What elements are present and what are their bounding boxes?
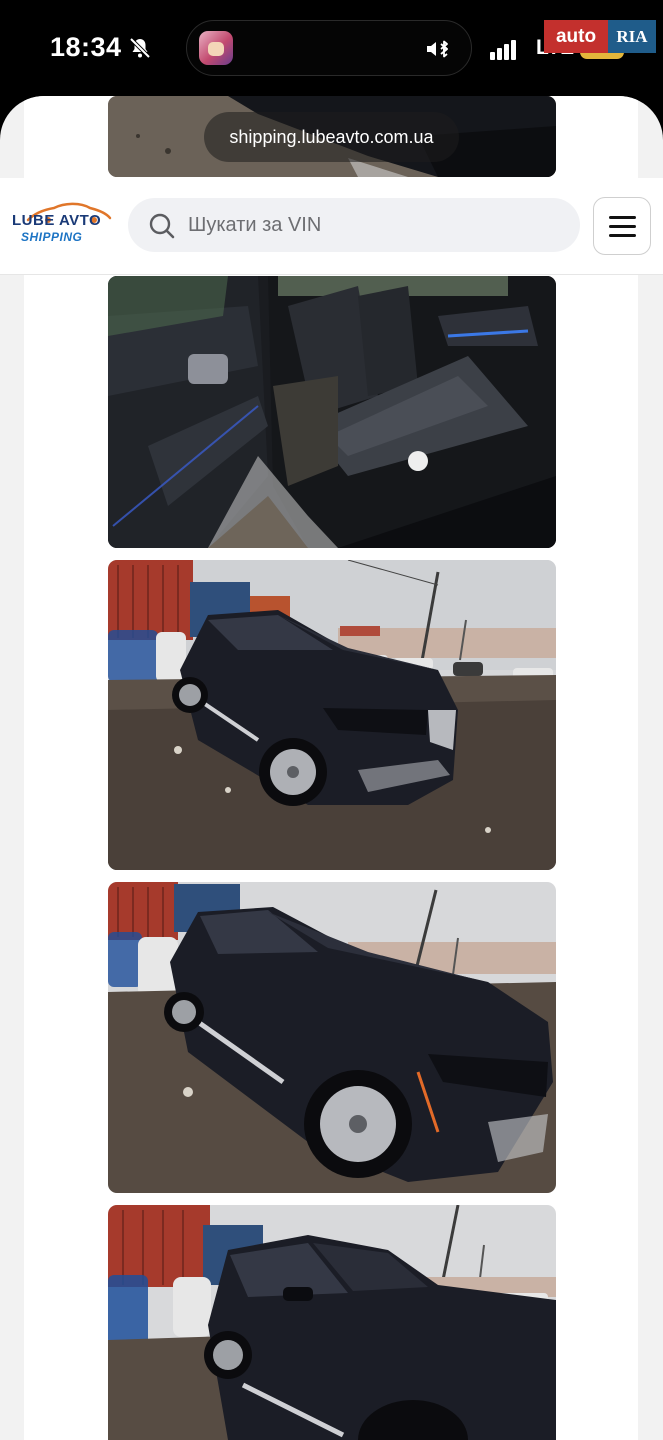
watermark-auto: auto bbox=[544, 20, 608, 53]
bluetooth-audio-icon bbox=[427, 40, 448, 58]
gallery-photo-3[interactable] bbox=[108, 560, 556, 870]
car-front-side-image bbox=[108, 882, 556, 1193]
menu-icon-line bbox=[609, 216, 636, 219]
status-time: 18:34 bbox=[50, 32, 122, 62]
watermark-ria: RIA bbox=[608, 20, 656, 53]
site-logo[interactable]: LUBE AVTO SHIPPING bbox=[10, 200, 118, 254]
autoria-watermark: auto RIA bbox=[544, 20, 656, 53]
search-placeholder: Шукати за VIN bbox=[188, 214, 322, 236]
car-side-image bbox=[108, 1205, 556, 1440]
car-rear-interior-image bbox=[108, 276, 556, 548]
menu-icon-line bbox=[609, 225, 636, 228]
status-bar: 18:34 LTE 14 auto RIA bbox=[0, 0, 663, 96]
bell-muted-icon bbox=[129, 37, 151, 59]
car-front-three-quarter-image bbox=[108, 560, 556, 870]
gallery-photo-5[interactable] bbox=[108, 1205, 556, 1440]
gallery-photo-4[interactable] bbox=[108, 882, 556, 1193]
logo-text-sub: SHIPPING bbox=[21, 230, 83, 244]
vin-search-field[interactable]: Шукати за VIN bbox=[128, 198, 580, 252]
search-icon bbox=[149, 213, 175, 239]
hamburger-menu-button[interactable] bbox=[593, 197, 651, 255]
gallery-photo-2[interactable] bbox=[108, 276, 556, 548]
now-playing-artwork bbox=[199, 31, 233, 65]
dynamic-island[interactable] bbox=[186, 20, 472, 76]
browser-url-pill[interactable]: shipping.lubeavto.com.ua bbox=[204, 112, 459, 162]
site-header: LUBE AVTO SHIPPING Шукати за VIN bbox=[0, 178, 663, 275]
cellular-signal-icon bbox=[490, 40, 516, 60]
logo-text-main: LUBE AVTO bbox=[12, 212, 102, 229]
menu-icon-line bbox=[609, 234, 636, 237]
